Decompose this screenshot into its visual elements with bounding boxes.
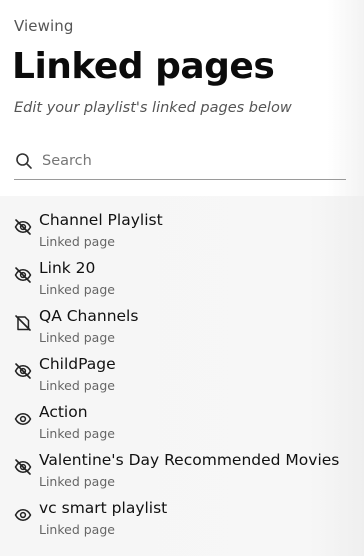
list-item-valentines-day-recommended-movies[interactable]: Valentine's Day Recommended Movies Linke…: [0, 451, 364, 497]
search-icon: [16, 153, 32, 169]
list-item-subtitle: Linked page: [39, 426, 115, 441]
list-item-title: vc smart playlist: [39, 499, 168, 517]
list-item-subtitle: Linked page: [39, 474, 115, 489]
list-item-action[interactable]: Action Linked page: [0, 403, 364, 449]
file-off-icon[interactable]: [13, 313, 33, 333]
page-subtitle: Edit your playlist's linked pages below: [14, 100, 292, 116]
list-item-link-20[interactable]: Link 20 Linked page: [0, 259, 364, 305]
eye-icon[interactable]: [13, 409, 33, 429]
list-item-subtitle: Linked page: [39, 330, 115, 345]
search-input[interactable]: [42, 150, 332, 172]
list-item-title: Action: [39, 403, 88, 421]
list-item-subtitle: Linked page: [39, 234, 115, 249]
list-item-channel-playlist[interactable]: Channel Playlist Linked page: [0, 211, 364, 257]
eye-off-icon[interactable]: [13, 217, 33, 237]
page-title: Linked pages: [12, 46, 275, 87]
list-item-subtitle: Linked page: [39, 522, 115, 537]
list-item-title: QA Channels: [39, 307, 139, 325]
list-item-subtitle: Linked page: [39, 378, 115, 393]
linked-pages-list: Channel Playlist Linked page Link 20 Lin…: [0, 196, 364, 556]
list-item-title: Channel Playlist: [39, 211, 163, 229]
list-item-subtitle: Linked page: [39, 282, 115, 297]
list-item-title: Valentine's Day Recommended Movies: [39, 451, 340, 469]
eyebrow-label: Viewing: [14, 17, 74, 35]
list-item-qa-channels[interactable]: QA Channels Linked page: [0, 307, 364, 353]
eye-off-icon[interactable]: [13, 265, 33, 285]
eye-icon[interactable]: [13, 505, 33, 525]
list-item-title: ChildPage: [39, 355, 116, 373]
list-item-title: Link 20: [39, 259, 96, 277]
linked-pages-screen: Viewing Linked pages Edit your playlist'…: [0, 0, 364, 556]
list-item-vc-smart-playlist[interactable]: vc smart playlist Linked page: [0, 499, 364, 545]
list-item-childpage[interactable]: ChildPage Linked page: [0, 355, 364, 401]
header: Viewing Linked pages Edit your playlist'…: [0, 0, 364, 196]
eye-off-icon[interactable]: [13, 361, 33, 381]
eye-off-icon[interactable]: [13, 457, 33, 477]
search-bar[interactable]: [14, 146, 346, 180]
